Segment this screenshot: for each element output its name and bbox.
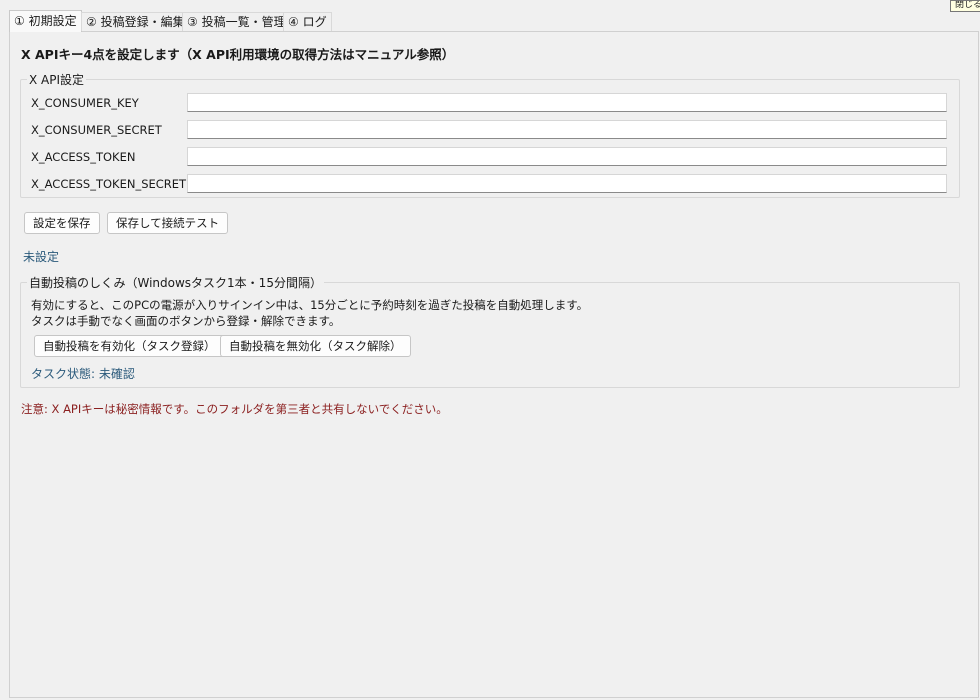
save-settings-button[interactable]: 設定を保存: [24, 212, 100, 234]
auto-post-group-title: 自動投稿のしくみ（Windowsタスク1本・15分間隔）: [27, 274, 324, 291]
access-token-label: X_ACCESS_TOKEN: [31, 150, 136, 164]
disable-auto-post-button[interactable]: 自動投稿を無効化（タスク解除）: [220, 335, 411, 357]
access-token-input[interactable]: [187, 147, 947, 166]
security-warning: 注意: X APIキーは秘密情報です。このフォルダを第三者と共有しないでください…: [21, 402, 448, 416]
enable-auto-post-button[interactable]: 自動投稿を有効化（タスク登録）: [34, 335, 225, 357]
access-token-secret-label: X_ACCESS_TOKEN_SECRET: [31, 177, 187, 191]
auto-post-description-line2: タスクは手動でなく画面のボタンから登録・解除できます。: [31, 314, 341, 328]
api-settings-group-title: X API設定: [27, 71, 87, 88]
access-token-secret-input[interactable]: [187, 174, 947, 193]
task-status-text: タスク状態: 未確認: [31, 367, 135, 381]
tab-post-list-manage[interactable]: ③ 投稿一覧・管理: [182, 12, 291, 31]
consumer-key-input[interactable]: [187, 93, 947, 112]
consumer-secret-label: X_CONSUMER_SECRET: [31, 123, 162, 137]
tab-initial-settings[interactable]: ① 初期設定: [9, 10, 82, 32]
save-and-test-button[interactable]: 保存して接続テスト: [107, 212, 229, 234]
config-status-text: 未設定: [23, 250, 60, 264]
tab-post-register-edit[interactable]: ② 投稿登録・編集: [81, 12, 190, 31]
page-title: X APIキー4点を設定します（X API利用環境の取得方法はマニュアル参照）: [21, 47, 455, 62]
auto-post-description-line1: 有効にすると、このPCの電源が入りサインイン中は、15分ごとに予約時刻を過ぎた投…: [31, 298, 589, 312]
tab-log[interactable]: ④ ログ: [283, 12, 332, 31]
consumer-key-label: X_CONSUMER_KEY: [31, 96, 139, 110]
consumer-secret-input[interactable]: [187, 120, 947, 139]
close-button[interactable]: 閉じる: [950, 0, 980, 12]
